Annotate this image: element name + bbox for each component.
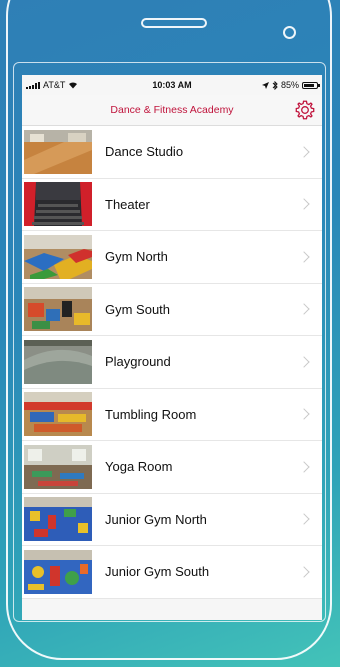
gear-icon[interactable] bbox=[294, 99, 316, 121]
chevron-right-icon bbox=[298, 461, 310, 473]
room-label: Theater bbox=[105, 196, 150, 212]
chevron-right-icon bbox=[298, 251, 310, 263]
list-item-yoga-room[interactable]: Yoga Room bbox=[22, 441, 322, 494]
room-label: Gym South bbox=[105, 301, 171, 317]
room-thumbnail bbox=[24, 129, 92, 174]
battery-percent: 85% bbox=[280, 80, 299, 90]
chevron-right-icon bbox=[298, 566, 310, 578]
list-item-tumbling-room[interactable]: Tumbling Room bbox=[22, 389, 322, 441]
camera-icon bbox=[283, 26, 296, 39]
room-label: Junior Gym North bbox=[105, 511, 207, 527]
room-label: Dance Studio bbox=[105, 144, 184, 160]
chevron-right-icon bbox=[298, 356, 310, 368]
room-thumbnail bbox=[24, 392, 92, 437]
room-thumbnail bbox=[24, 444, 92, 489]
battery-level bbox=[304, 83, 315, 87]
chevron-right-icon bbox=[298, 146, 310, 158]
room-thumbnail bbox=[24, 497, 92, 542]
status-right: 85% bbox=[261, 80, 320, 90]
chevron-right-icon bbox=[298, 513, 310, 525]
battery-icon bbox=[302, 81, 320, 89]
room-label: Tumbling Room bbox=[105, 406, 197, 422]
room-thumbnail bbox=[24, 182, 92, 227]
list-item-theater[interactable]: Theater bbox=[22, 179, 322, 231]
room-list: Dance Studio Theater Gym North Gym South… bbox=[22, 126, 322, 599]
room-label: Junior Gym South bbox=[105, 564, 210, 580]
status-bar: AT&T 10:03 AM 85% bbox=[22, 75, 322, 95]
nav-bar: Dance & Fitness Academy bbox=[22, 95, 322, 126]
room-thumbnail bbox=[24, 234, 92, 279]
room-thumbnail bbox=[24, 339, 92, 384]
speaker-grille bbox=[141, 18, 207, 28]
room-thumbnail bbox=[24, 549, 92, 594]
list-item-gym-south[interactable]: Gym South bbox=[22, 284, 322, 336]
list-item-junior-gym-north[interactable]: Junior Gym North bbox=[22, 494, 322, 546]
app-title: Dance & Fitness Academy bbox=[110, 104, 234, 116]
app-screen: AT&T 10:03 AM 85% Dance & Fitness Academ… bbox=[22, 75, 322, 620]
location-icon bbox=[261, 81, 269, 89]
chevron-right-icon bbox=[298, 408, 310, 420]
room-label: Gym North bbox=[105, 249, 168, 265]
list-item-gym-north[interactable]: Gym North bbox=[22, 231, 322, 284]
chevron-right-icon bbox=[298, 303, 310, 315]
room-thumbnail bbox=[24, 287, 92, 332]
bluetooth-icon bbox=[272, 80, 278, 90]
list-item-playground[interactable]: Playground bbox=[22, 336, 322, 389]
list-item-dance-studio[interactable]: Dance Studio bbox=[22, 126, 322, 179]
list-item-junior-gym-south[interactable]: Junior Gym South bbox=[22, 546, 322, 599]
chevron-right-icon bbox=[298, 198, 310, 210]
room-label: Yoga Room bbox=[105, 459, 173, 475]
room-label: Playground bbox=[105, 354, 171, 370]
